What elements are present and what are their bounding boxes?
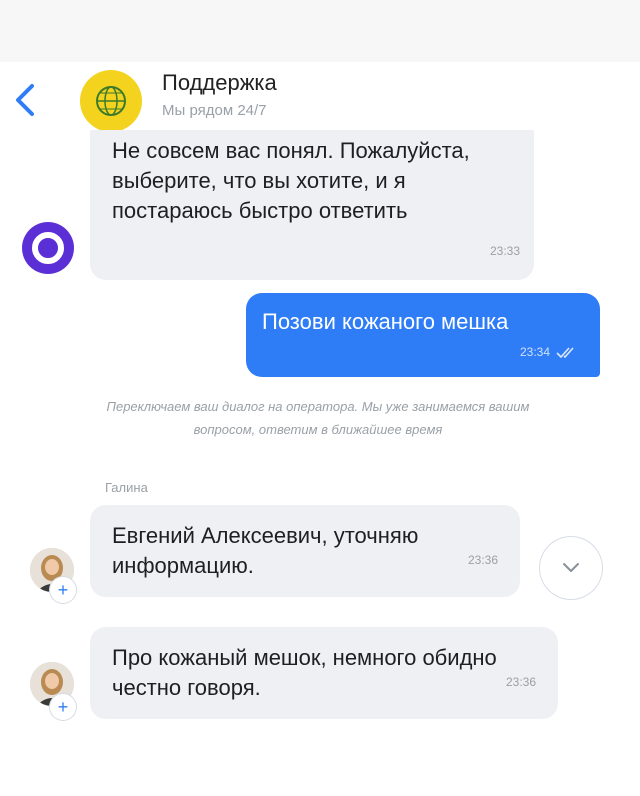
back-button[interactable] [8,80,44,120]
chevron-left-icon [16,84,34,116]
incoming-message: Не совсем вас понял. Пожалуйста, выберит… [90,130,534,280]
operator-name: Галина [105,480,148,495]
message-time: 23:33 [489,244,520,258]
message-text: Про кожаный мешок, немного обидно честно… [112,645,497,700]
message-time: 23:36 [505,675,536,689]
incoming-message: Про кожаный мешок, немного обидно честно… [90,627,558,719]
support-avatar[interactable] [80,70,142,132]
message-text: Евгений Алексеевич, уточняю информацию. [112,523,419,578]
message-time: 23:34 [519,345,550,359]
outgoing-message: Позови кожаного мешка 23:34 [246,293,600,377]
add-contact-button[interactable]: + [50,577,76,603]
chevron-down-icon [563,563,579,572]
message-time: 23:36 [467,553,498,567]
scroll-down-button[interactable] [540,537,602,599]
system-notice: Переключаем ваш диалог на оператора. Мы … [106,399,530,437]
status-bar-area [0,0,640,62]
globe-logo-icon [96,86,126,116]
chat-subtitle: Мы рядом 24/7 [162,102,267,119]
message-meta: 23:34 [520,337,580,367]
double-check-icon [556,346,580,358]
bot-avatar [22,222,74,274]
chat-title: Поддержка [162,70,277,95]
bot-o-icon [32,232,64,264]
message-text: Позови кожаного мешка [262,309,509,334]
message-text: Не совсем вас понял. Пожалуйста, выберит… [112,138,470,223]
add-contact-button[interactable]: + [50,694,76,720]
incoming-message: Евгений Алексеевич, уточняю информацию. … [90,505,520,597]
